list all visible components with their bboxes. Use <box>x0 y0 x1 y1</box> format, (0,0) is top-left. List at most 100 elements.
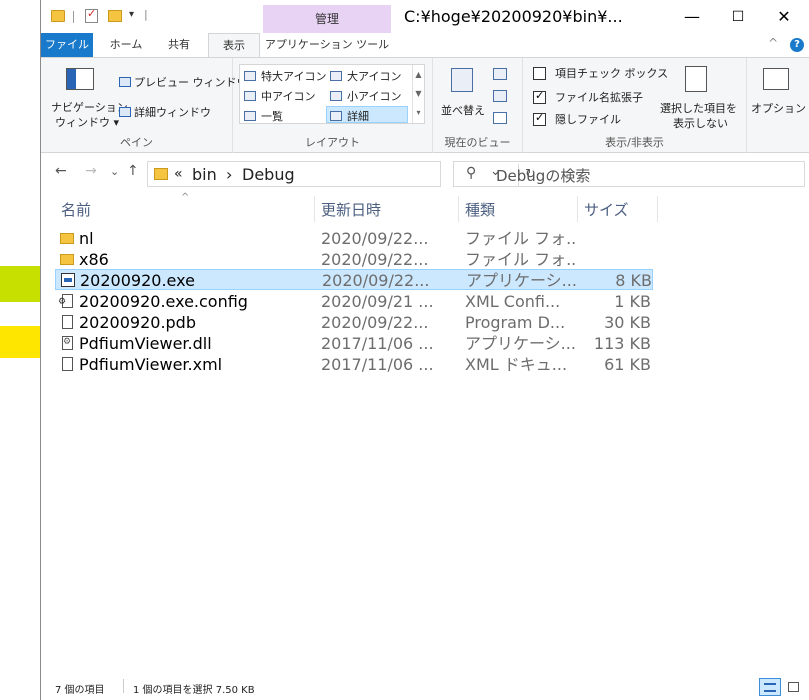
context-tab-manage[interactable]: 管理 <box>263 5 391 33</box>
tab-file[interactable]: ファイル <box>41 33 93 57</box>
tab-application-tools[interactable]: アプリケーション ツール <box>263 33 391 57</box>
maximize-button[interactable]: ☐ <box>718 4 758 30</box>
search-input[interactable]: Debugの検索 <box>496 165 590 186</box>
quick-access-dropdown[interactable]: ▾ <box>129 9 134 29</box>
close-button[interactable]: ✕ <box>764 4 804 30</box>
file-name: 20200920.exe.config <box>79 292 248 311</box>
small-icons-icon <box>330 91 342 101</box>
address-bar[interactable]: « bin › Debug ⌄ ↻ <box>147 161 536 187</box>
column-header-name[interactable]: 名前 <box>61 195 91 225</box>
column-separator[interactable] <box>314 196 315 222</box>
tab-view[interactable]: 表示 <box>208 33 260 57</box>
large-icons-icon <box>330 71 342 81</box>
minimize-button[interactable]: — <box>672 4 712 30</box>
pane-group-label: ペイン <box>120 136 153 149</box>
status-separator <box>123 679 124 693</box>
file-row-dll[interactable]: PdfiumViewer.dll 2017/11/06 ... アプリケーシ..… <box>55 333 653 354</box>
navigation-pane-sublabel[interactable]: ウィンドウ ▾ <box>55 114 119 130</box>
forward-button[interactable]: → <box>85 163 97 179</box>
options-button[interactable]: オプション <box>751 100 806 116</box>
details-view-icon <box>764 683 776 692</box>
file-type: XML Confi... <box>465 292 561 311</box>
current-view-group-label: 現在のビュー <box>444 136 511 149</box>
file-row-xml[interactable]: PdfiumViewer.xml 2017/11/06 ... XML ドキュ.… <box>55 354 653 375</box>
column-header-type[interactable]: 種類 <box>465 195 495 225</box>
file-type: アプリケーシ... <box>465 334 575 353</box>
options-icon[interactable] <box>763 68 789 90</box>
extra-large-icons-icon <box>244 71 256 81</box>
file-extensions-checkbox[interactable] <box>533 89 546 104</box>
navigation-pane-label[interactable]: ナビゲーション <box>51 99 128 115</box>
details-pane-icon <box>119 107 131 117</box>
tab-share[interactable]: 共有 <box>155 33 203 57</box>
up-button[interactable]: ↑ <box>127 163 139 179</box>
layout-scroll[interactable]: ▲ ▼ ▾ <box>412 65 424 123</box>
file-date: 2020/09/22... <box>321 250 429 269</box>
folder-icon <box>60 254 74 265</box>
file-date: 2017/11/06 ... <box>321 334 434 353</box>
layout-group-label: レイアウト <box>305 136 360 149</box>
layout-extra-large-icons[interactable]: 特大アイコン <box>244 68 326 84</box>
sort-indicator-icon: ^ <box>181 192 190 203</box>
folder-icon[interactable] <box>51 10 65 22</box>
breadcrumb-overflow[interactable]: « <box>174 166 183 182</box>
layout-list-label: 一覧 <box>261 110 283 123</box>
breadcrumb-debug[interactable]: Debug <box>242 165 295 184</box>
layout-details-label: 詳細 <box>347 110 369 123</box>
item-checkbox-toggle[interactable] <box>533 67 546 80</box>
file-row-pdb[interactable]: 20200920.pdb 2020/09/22... Program D... … <box>55 312 653 333</box>
sort-by-label[interactable]: 並べ替え <box>441 102 485 118</box>
layout-large-icons[interactable]: 大アイコン <box>330 68 401 84</box>
details-pane-button[interactable]: 詳細ウィンドウ <box>119 104 211 120</box>
column-separator[interactable] <box>458 196 459 222</box>
hide-selected-label[interactable]: 選択した項目を <box>660 100 737 116</box>
hide-selected-icon[interactable] <box>685 66 707 92</box>
sort-by-icon[interactable] <box>451 68 473 92</box>
navigation-pane-icon[interactable] <box>66 68 94 90</box>
file-date: 2020/09/21 ... <box>321 292 434 311</box>
ribbon-group-pane: ナビゲーション ウィンドウ ▾ プレビュー ウィンドウ 詳細ウィンドウ ペイン <box>41 58 248 154</box>
add-columns-icon[interactable] <box>493 90 507 102</box>
column-header-size[interactable]: サイズ <box>584 195 629 225</box>
size-columns-icon[interactable] <box>493 112 507 124</box>
breadcrumb-separator[interactable]: › <box>226 165 232 184</box>
hide-selected-sublabel[interactable]: 表示しない <box>673 115 728 131</box>
file-row-nl[interactable]: nl 2020/09/22... ファイル フォ... <box>55 228 653 249</box>
group-by-icon[interactable] <box>493 68 507 80</box>
search-box[interactable]: ⚲ Debugの検索 <box>453 161 805 187</box>
new-folder-icon[interactable] <box>108 10 122 22</box>
large-icons-view-icon <box>788 682 799 692</box>
preview-pane-button[interactable]: プレビュー ウィンドウ <box>119 74 248 90</box>
quick-access-separator-glyph: | <box>144 8 148 21</box>
properties-icon[interactable] <box>85 7 98 23</box>
back-button[interactable]: ← <box>55 163 67 179</box>
file-size: 61 KB <box>604 355 651 374</box>
help-icon[interactable]: ? <box>790 38 804 52</box>
ribbon-group-options: オプション <box>747 58 809 154</box>
ribbon-tabs: ファイル ホーム 共有 表示 アプリケーション ツール ^ ? <box>41 33 809 57</box>
file-row-exe-config[interactable]: 20200920.exe.config 2020/09/21 ... XML C… <box>55 291 653 312</box>
large-icons-view-button[interactable] <box>783 678 805 696</box>
tab-home[interactable]: ホーム <box>101 33 151 57</box>
layout-list[interactable]: 一覧 <box>244 108 283 124</box>
hidden-files-checkbox[interactable] <box>533 111 546 126</box>
layout-small-icons[interactable]: 小アイコン <box>330 88 401 104</box>
recent-locations-button[interactable]: ⌄ <box>110 165 119 178</box>
file-size: 113 KB <box>593 334 651 353</box>
column-separator[interactable] <box>577 196 578 222</box>
dll-file-icon <box>62 336 73 350</box>
column-header-date[interactable]: 更新日時 <box>321 195 381 225</box>
status-bar: 7 個の項目 1 個の項目を選択 7.50 KB <box>41 676 809 700</box>
config-file-icon <box>58 294 73 308</box>
file-row-x86[interactable]: x86 2020/09/22... ファイル フォ... <box>55 249 653 270</box>
file-type: ファイル フォ... <box>465 250 575 269</box>
file-row-exe[interactable]: 20200920.exe 2020/09/22... アプリケーシ... 8 K… <box>55 269 653 290</box>
layout-medium-icons[interactable]: 中アイコン <box>244 88 315 104</box>
column-separator[interactable] <box>657 196 658 222</box>
details-view-button[interactable] <box>759 678 781 696</box>
breadcrumb-bin[interactable]: bin <box>192 165 217 184</box>
collapse-ribbon-icon[interactable]: ^ <box>768 36 778 50</box>
layout-details[interactable]: 詳細 <box>326 106 408 123</box>
file-type: XML ドキュ... <box>465 355 568 374</box>
address-row: ← → ⌄ ↑ « bin › Debug ⌄ ↻ ⚲ Debugの検索 <box>41 153 809 193</box>
